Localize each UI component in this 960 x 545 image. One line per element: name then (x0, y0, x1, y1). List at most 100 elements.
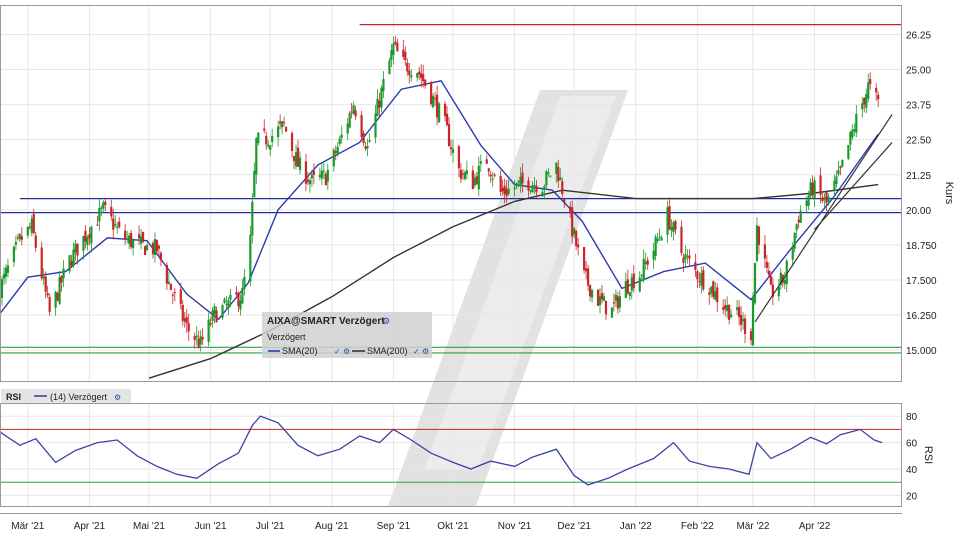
price-candle (72, 242, 75, 269)
candle-body (165, 264, 168, 284)
price-candle (193, 332, 196, 349)
price-candle (646, 256, 649, 270)
price-candle (485, 154, 488, 164)
candle-body (735, 307, 739, 311)
candle-body (74, 243, 77, 253)
candle-body (519, 176, 522, 187)
candle-body (173, 292, 176, 294)
price-candle (48, 293, 51, 316)
price-candle (410, 69, 413, 82)
candle-body (630, 277, 633, 291)
price-candle (376, 89, 379, 117)
candle-body (408, 70, 411, 76)
candle-body (708, 292, 711, 296)
candle-body (869, 79, 872, 84)
price-candle (390, 43, 393, 68)
candle-body (128, 235, 131, 244)
rsi-y-axis-title: RSI (922, 446, 934, 464)
x-tick-label: Apr '21 (74, 521, 106, 532)
price-candle (155, 239, 159, 254)
candle-body (98, 207, 101, 222)
candle-body (590, 290, 594, 298)
price-candle (322, 162, 325, 180)
price-candle (227, 297, 230, 316)
price-candle (46, 285, 49, 298)
price-candle (660, 235, 663, 241)
candle-body (284, 127, 288, 132)
price-candle (437, 101, 441, 123)
price-candle (199, 330, 202, 352)
candle-body (352, 105, 355, 114)
price-candle (716, 283, 719, 312)
candle-body (304, 161, 308, 184)
candle-body (145, 245, 149, 250)
price-candle (479, 154, 482, 172)
candle-body (527, 180, 530, 191)
candle-body (223, 298, 226, 303)
candle-body (26, 226, 29, 236)
rsi-y-tick-label: 80 (906, 412, 918, 423)
checkmark-icon[interactable]: ✓ (413, 347, 420, 356)
price-candle (257, 132, 260, 146)
candle-body (807, 195, 810, 206)
candle-body (863, 98, 866, 105)
candle-body (340, 134, 343, 138)
price-candle (243, 269, 246, 296)
price-candle (730, 309, 733, 318)
candle-body (477, 165, 480, 190)
price-candle (16, 233, 19, 241)
price-candle (60, 274, 63, 292)
price-candle (757, 225, 761, 254)
price-grid (0, 5, 902, 381)
candle-body (48, 297, 51, 312)
candle-body (239, 300, 242, 310)
candle-body (56, 292, 59, 301)
price-candle (577, 237, 580, 256)
candle-body (730, 314, 733, 318)
candle-body (257, 132, 260, 144)
price-candle (360, 110, 363, 142)
price-candle (18, 232, 21, 243)
price-candle (173, 287, 176, 302)
candle-body (543, 186, 546, 190)
candle-body (626, 279, 629, 294)
price-candle (823, 193, 826, 208)
candle-body (660, 237, 663, 241)
candle-body (813, 180, 816, 199)
price-candle (251, 193, 254, 244)
gear-icon[interactable]: ⚙ (343, 347, 350, 356)
candle-body (737, 307, 741, 318)
price-candle (743, 314, 747, 344)
price-candle (283, 116, 286, 127)
price-candle (600, 285, 604, 304)
checkmark-icon[interactable]: ✓ (334, 347, 341, 356)
candle-body (531, 185, 534, 193)
price-candle (797, 215, 800, 229)
price-candle (674, 219, 677, 235)
gear-icon[interactable]: ⚙ (114, 393, 121, 402)
gear-icon[interactable]: ⚙ (382, 316, 390, 326)
candle-body (684, 254, 687, 260)
price-candle (680, 220, 683, 256)
candle-body (267, 144, 270, 147)
candle-body (791, 246, 794, 260)
price-candle (366, 138, 369, 156)
candle-body (688, 255, 691, 259)
price-candle (449, 139, 453, 156)
gear-icon[interactable]: ⚙ (422, 347, 429, 356)
candle-body (100, 207, 103, 209)
price-candle (308, 177, 312, 193)
candle-body (674, 220, 677, 230)
price-candle (682, 253, 685, 273)
price-candle (869, 72, 872, 90)
candle-body (126, 238, 129, 240)
price-candle (630, 273, 633, 300)
candle-body (318, 174, 321, 178)
candle-body (632, 273, 635, 289)
candle-body (169, 283, 172, 291)
candle-body (753, 263, 757, 304)
candle-body (573, 228, 576, 235)
candle-body (847, 144, 850, 159)
price-candle (475, 171, 478, 186)
candle-body (346, 123, 349, 134)
